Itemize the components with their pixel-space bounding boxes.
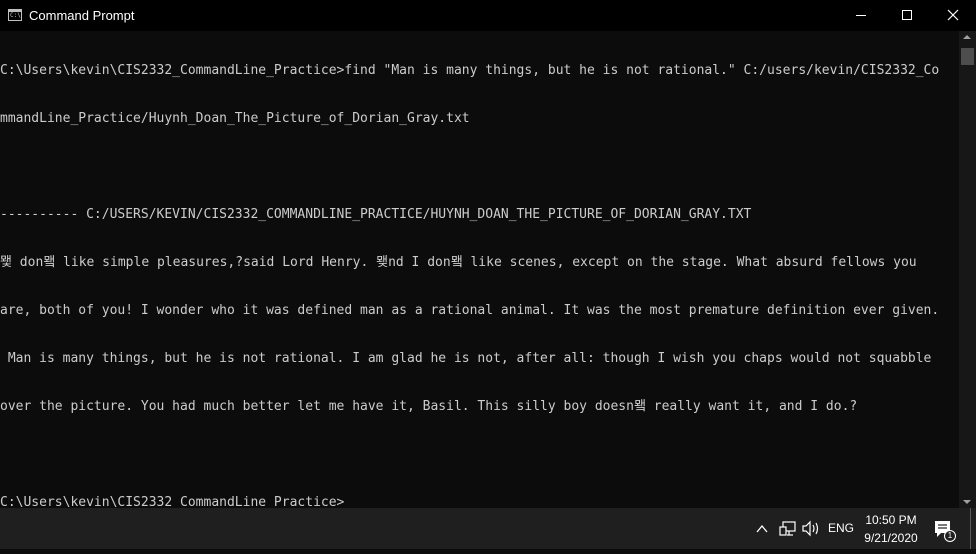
taskbar: ENG 10:50 PM 9/21/2020 1 (0, 508, 976, 549)
console-line: are, both of you! I wonder who it was de… (0, 303, 940, 318)
network-icon (779, 521, 796, 536)
input-language-button[interactable]: ENG (826, 508, 856, 549)
network-button[interactable] (779, 508, 797, 549)
close-button[interactable] (930, 0, 976, 31)
notification-icon (935, 521, 950, 537)
console-line: mmandLine_Practice/Huynh_Doan_The_Pictur… (0, 111, 470, 126)
clock-button[interactable]: 10:50 PM 9/21/2020 (858, 508, 924, 549)
show-desktop-button[interactable] (970, 508, 971, 549)
vertical-scrollbar[interactable] (959, 31, 976, 508)
chevron-up-icon (756, 524, 768, 533)
cmd-icon[interactable]: C:\ (8, 9, 22, 21)
action-center-button[interactable]: 1 (930, 508, 960, 549)
scroll-up-icon[interactable] (963, 35, 971, 39)
maximize-button[interactable] (884, 0, 930, 31)
console-output[interactable]: C:\Users\kevin\CIS2332_CommandLine_Pract… (0, 31, 959, 508)
console-line: Man is many things, but he is not ration… (0, 351, 932, 366)
clock-date: 9/21/2020 (864, 531, 918, 545)
volume-icon (802, 520, 819, 537)
cmd-icon-text: C:\ (10, 12, 21, 19)
scrollbar-thumb[interactable] (961, 48, 974, 65)
console-line: ---------- C:/USERS/KEVIN/CIS2332_COMMAN… (0, 207, 752, 222)
clock-time: 10:50 PM (865, 513, 917, 527)
window-title: Command Prompt (29, 8, 135, 23)
show-hidden-icons-button[interactable] (755, 508, 769, 549)
volume-button[interactable] (801, 508, 821, 549)
console-line: over the picture. You had much better le… (0, 399, 858, 414)
console-prompt-line[interactable]: C:\Users\kevin\CIS2332_CommandLine_Pract… (0, 495, 959, 508)
scroll-down-icon[interactable] (963, 500, 971, 504)
console-line: 뫷 don뫸 like simple pleasures,?said Lord … (0, 255, 917, 270)
close-icon (947, 9, 959, 21)
title-bar[interactable]: C:\ Command Prompt (0, 0, 976, 31)
command-prompt-window: C:\ Command Prompt C:\Users\kevin\CIS233… (0, 0, 976, 508)
minimize-button[interactable] (838, 0, 884, 31)
notification-count-badge: 1 (944, 530, 956, 542)
console-line: C:\Users\kevin\CIS2332_CommandLine_Pract… (0, 63, 940, 78)
